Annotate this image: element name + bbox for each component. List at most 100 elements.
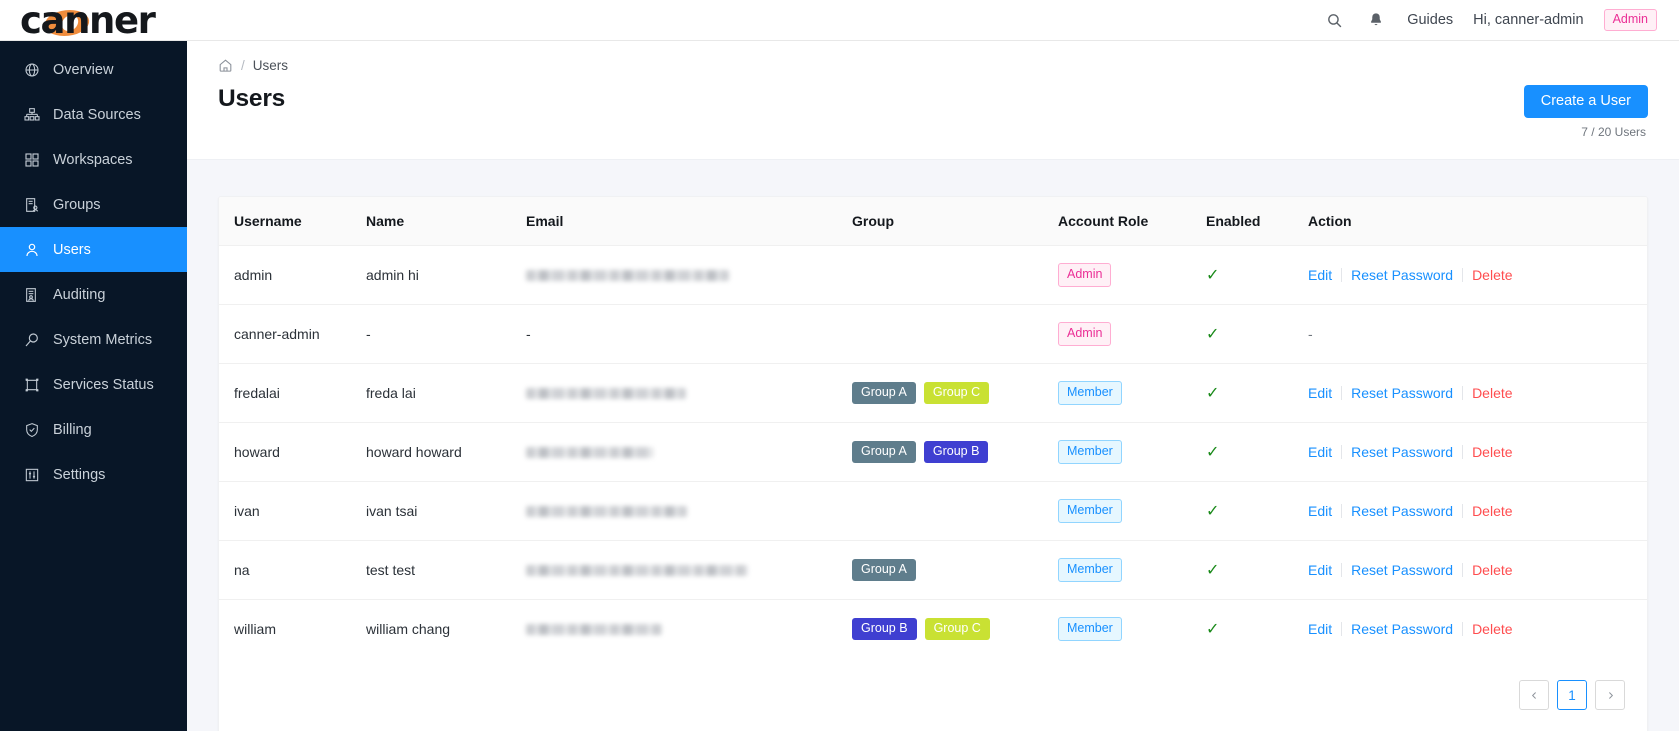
- action-divider: [1462, 563, 1464, 577]
- cell-username: fredalai: [219, 363, 366, 423]
- table-row: howard howard howard Group A Group B Member ✓…: [219, 422, 1647, 482]
- action-divider: [1341, 268, 1343, 282]
- home-icon[interactable]: [218, 58, 233, 73]
- breadcrumb: / Users: [218, 58, 1648, 73]
- cell-enabled: ✓: [1206, 304, 1308, 364]
- user-greeting: Hi, canner-admin: [1473, 12, 1584, 28]
- grid-icon: [23, 151, 40, 168]
- create-a-user-button[interactable]: Create a User: [1523, 85, 1648, 118]
- chevron-right-icon[interactable]: [1595, 680, 1625, 710]
- table-row: ivan ivan tsai Member ✓ Edit Reset Password De…: [219, 481, 1647, 541]
- cell-enabled: ✓: [1206, 540, 1308, 600]
- cell-email: [526, 600, 852, 659]
- user-icon: [23, 241, 40, 258]
- table-head: Username Name Email Group Account Role E…: [219, 197, 1647, 246]
- cell-username: howard: [219, 422, 366, 482]
- account-role-badge[interactable]: Admin: [1603, 9, 1657, 31]
- cell-enabled: ✓: [1206, 363, 1308, 423]
- cell-name: test test: [366, 540, 526, 600]
- delete-link[interactable]: Delete: [1472, 621, 1512, 637]
- delete-link[interactable]: Delete: [1472, 503, 1512, 519]
- sidebar-item-workspaces[interactable]: Workspaces: [0, 137, 187, 182]
- sidebar-label: System Metrics: [53, 331, 153, 348]
- cell-enabled: ✓: [1206, 481, 1308, 541]
- reset-password-link[interactable]: Reset Password: [1351, 444, 1453, 460]
- sidebar: Overview Data Sources Workspaces Groups …: [0, 41, 187, 731]
- edit-link[interactable]: Edit: [1308, 444, 1332, 460]
- delete-link[interactable]: Delete: [1472, 267, 1512, 283]
- page-number-1[interactable]: 1: [1557, 680, 1587, 710]
- delete-link[interactable]: Delete: [1472, 385, 1512, 401]
- sidebar-item-settings[interactable]: Settings: [0, 452, 187, 497]
- cell-name: howard howard: [366, 422, 526, 482]
- action-divider: [1462, 445, 1464, 459]
- sidebar-item-users[interactable]: Users: [0, 227, 187, 272]
- sidebar-item-overview[interactable]: Overview: [0, 47, 187, 92]
- group-tag: Group B: [923, 441, 989, 463]
- sidebar-item-data-sources[interactable]: Data Sources: [0, 92, 187, 137]
- table-row: admin admin hi Admin ✓ Edit Reset Password Del…: [219, 245, 1647, 305]
- action-links: Edit Reset Password Delete: [1308, 444, 1513, 460]
- check-icon: ✓: [1206, 266, 1220, 284]
- cell-group: [852, 304, 1058, 364]
- cell-email: -: [526, 304, 852, 364]
- main-content: / Users Users Create a User 7 / 20 Users: [187, 41, 1679, 731]
- sidebar-item-auditing[interactable]: Auditing: [0, 272, 187, 317]
- reset-password-link[interactable]: Reset Password: [1351, 267, 1453, 283]
- role-badge: Member: [1058, 381, 1122, 405]
- cell-group: Group B Group C: [852, 600, 1058, 659]
- redacted-email: [526, 446, 653, 458]
- cell-name: ivan tsai: [366, 481, 526, 541]
- reset-password-link[interactable]: Reset Password: [1351, 385, 1453, 401]
- redacted-email: [526, 269, 729, 281]
- edit-link[interactable]: Edit: [1308, 267, 1332, 283]
- role-badge: Admin: [1058, 322, 1112, 346]
- globe-icon: [23, 61, 40, 78]
- check-icon: ✓: [1206, 620, 1220, 638]
- action-links: Edit Reset Password Delete: [1308, 503, 1513, 519]
- app-logo[interactable]: canner: [16, 0, 156, 40]
- sidebar-item-services-status[interactable]: Services Status: [0, 362, 187, 407]
- check-icon: ✓: [1206, 502, 1220, 520]
- body-region: Overview Data Sources Workspaces Groups …: [0, 41, 1679, 731]
- edit-link[interactable]: Edit: [1308, 385, 1332, 401]
- bell-icon[interactable]: [1365, 9, 1387, 31]
- cell-account-role: Member: [1058, 363, 1206, 423]
- group-tag: Group A: [852, 441, 916, 463]
- cell-name: -: [366, 304, 526, 364]
- sidebar-label: Workspaces: [53, 151, 133, 168]
- breadcrumb-current[interactable]: Users: [253, 58, 288, 73]
- magnifier-icon: [23, 331, 40, 348]
- cell-name: william chang: [366, 621, 451, 637]
- sidebar-item-groups[interactable]: Groups: [0, 182, 187, 227]
- edit-link[interactable]: Edit: [1308, 503, 1332, 519]
- table-row: na test test Group A Member ✓ Edit Reset Passw…: [219, 540, 1647, 600]
- delete-link[interactable]: Delete: [1472, 444, 1512, 460]
- chevron-left-icon[interactable]: [1519, 680, 1549, 710]
- delete-link[interactable]: Delete: [1472, 562, 1512, 578]
- action-links: Edit Reset Password Delete: [1308, 621, 1513, 637]
- guides-link[interactable]: Guides: [1407, 12, 1453, 28]
- column-header-account-role: Account Role: [1058, 197, 1206, 246]
- table-row: william william chang Group B Group C Member…: [219, 600, 1647, 659]
- edit-link[interactable]: Edit: [1308, 562, 1332, 578]
- cell-action: Edit Reset Password Delete: [1308, 422, 1647, 482]
- table-row: fredalai freda lai Group A Group C Member ✓ Ed…: [219, 363, 1647, 423]
- table-row: canner-admin - - Admin ✓ -: [219, 304, 1647, 364]
- group-tag-list: Group B Group C: [852, 618, 990, 640]
- reset-password-link[interactable]: Reset Password: [1351, 503, 1453, 519]
- reset-password-link[interactable]: Reset Password: [1351, 562, 1453, 578]
- cell-username: ivan: [219, 481, 366, 541]
- cell-action: Edit Reset Password Delete: [1308, 540, 1647, 600]
- sliders-icon: [23, 466, 40, 483]
- column-header-email: Email: [526, 197, 852, 246]
- users-table: Username Name Email Group Account Role E…: [219, 197, 1647, 658]
- top-bar: canner Guides Hi, canner-admin Admin: [0, 0, 1679, 41]
- edit-link[interactable]: Edit: [1308, 621, 1332, 637]
- audit-doc-icon: [23, 286, 40, 303]
- sidebar-item-system-metrics[interactable]: System Metrics: [0, 317, 187, 362]
- search-icon[interactable]: [1323, 9, 1345, 31]
- sidebar-item-billing[interactable]: Billing: [0, 407, 187, 452]
- group-tag-list: Group A: [852, 559, 916, 581]
- reset-password-link[interactable]: Reset Password: [1351, 621, 1453, 637]
